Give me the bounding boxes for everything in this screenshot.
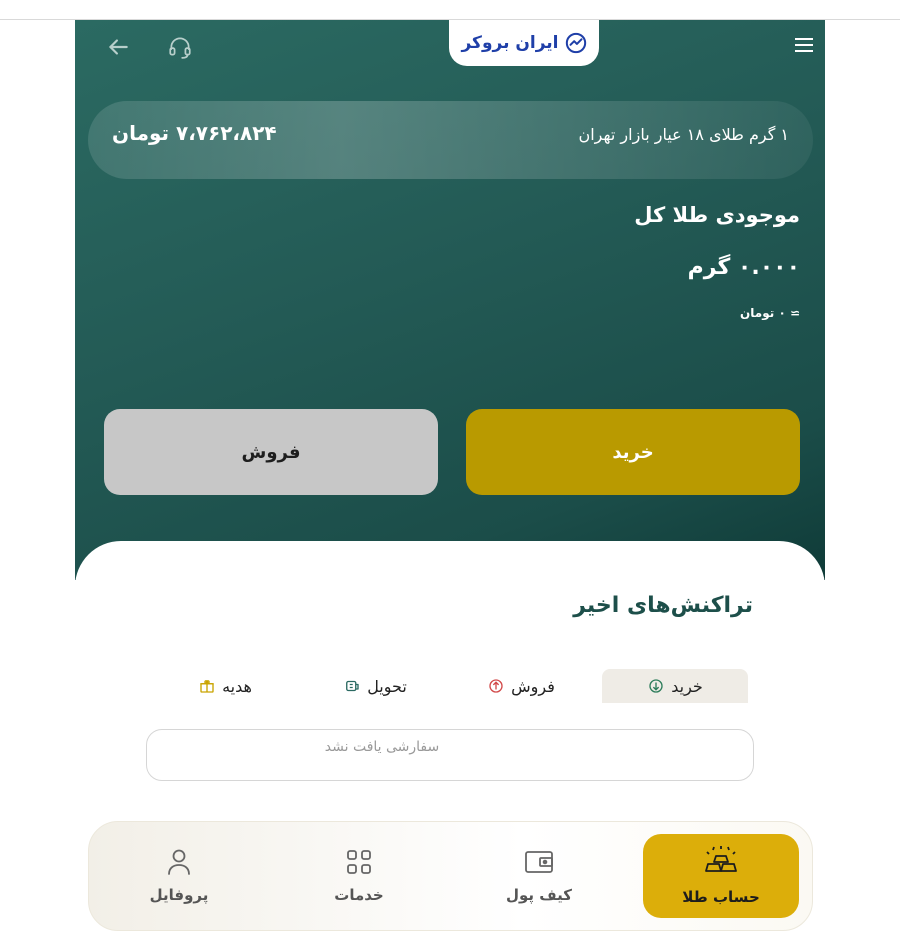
gift-icon — [200, 680, 214, 693]
app-screen: ۱ گرم طلای ۱۸ عیار بازار تهران ۷،۷۶۲،۸۲۴… — [75, 20, 825, 941]
nav-wallet[interactable]: کیف پول — [461, 834, 617, 918]
back-button[interactable] — [103, 32, 133, 62]
gold-price-value: ۷،۷۶۲،۸۲۴ تومان — [112, 121, 277, 145]
recent-transactions-title: تراکنش‌های اخیر — [573, 593, 753, 618]
tab-delivery[interactable]: تحویل — [315, 669, 435, 703]
gold-price-label: ۱ گرم طلای ۱۸ عیار بازار تهران — [578, 125, 789, 144]
bottom-navigation: حساب طلا کیف پول خدمات پروفایل — [88, 821, 813, 931]
tab-sell[interactable]: فروش — [465, 669, 577, 703]
nav-profile[interactable]: پروفایل — [101, 834, 257, 918]
menu-button[interactable] — [789, 30, 819, 60]
nav-gold-account-label: حساب طلا — [682, 888, 760, 906]
hamburger-menu-icon — [795, 38, 813, 52]
brand-chart-icon — [565, 32, 586, 54]
tab-gift-label: هدیه — [222, 676, 252, 696]
gold-bars-icon — [705, 846, 737, 872]
buy-coin-icon — [649, 679, 663, 693]
empty-orders-text: سفارشی یافت نشد — [324, 739, 440, 755]
brand-name: ایران بروکر — [461, 33, 559, 53]
nav-services-label: خدمات — [334, 886, 384, 904]
nav-gold-account[interactable]: حساب طلا — [643, 834, 799, 918]
brand-logo: ایران بروکر — [449, 20, 599, 66]
buy-button[interactable]: خرید — [466, 409, 800, 495]
support-button[interactable] — [165, 32, 195, 62]
delivery-icon — [346, 680, 359, 692]
tab-sell-label: فروش — [511, 676, 555, 696]
wallet-icon — [525, 851, 553, 873]
total-gold-balance-title: موجودی طلا کل — [634, 203, 800, 227]
balance-toman-approx: ≃ ۰ تومان — [740, 306, 800, 320]
arrow-left-icon — [109, 39, 128, 55]
nav-wallet-label: کیف پول — [506, 886, 572, 904]
sell-coin-icon — [489, 679, 503, 693]
total-gold-balance-value: ۰.۰۰۰ گرم — [687, 255, 800, 280]
sell-button[interactable]: فروش — [104, 409, 438, 495]
tab-buy[interactable]: خرید — [602, 669, 748, 703]
nav-services[interactable]: خدمات — [281, 834, 437, 918]
tab-gift[interactable]: هدیه — [175, 669, 275, 703]
gold-price-bar: ۱ گرم طلای ۱۸ عیار بازار تهران ۷،۷۶۲،۸۲۴… — [88, 101, 813, 179]
grid-icon — [347, 850, 371, 874]
nav-profile-label: پروفایل — [149, 886, 209, 904]
gold-account-hero: ۱ گرم طلای ۱۸ عیار بازار تهران ۷،۷۶۲،۸۲۴… — [75, 20, 825, 580]
tab-buy-label: خرید — [671, 676, 703, 696]
tab-delivery-label: تحویل — [367, 676, 407, 696]
headset-icon — [169, 37, 191, 59]
empty-orders-message: سفارشی یافت نشد — [146, 729, 754, 781]
user-icon — [168, 849, 190, 875]
